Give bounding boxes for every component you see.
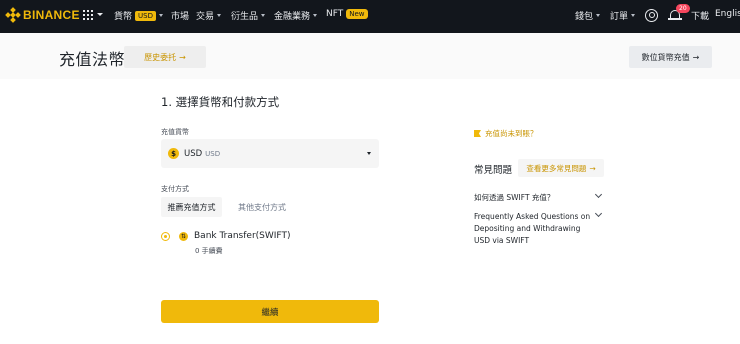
- new-badge: New: [346, 9, 368, 19]
- nav-finance[interactable]: 金融業務: [274, 9, 318, 22]
- nav-language[interactable]: English: [715, 9, 740, 19]
- faq-question-usd[interactable]: Frequently Asked Questions on Depositing…: [474, 211, 592, 247]
- payment-method-label: 支付方式: [161, 185, 189, 193]
- faq-more-button[interactable]: 查看更多常見問題 →: [518, 159, 604, 177]
- arrow-right-icon: →: [179, 52, 186, 62]
- payment-method-name[interactable]: Bank Transfer(SWIFT): [194, 231, 290, 241]
- bank-transfer-icon: ⇅: [179, 232, 188, 241]
- tab-recommended[interactable]: 推薦充值方式: [161, 197, 222, 217]
- chevron-down-icon[interactable]: [594, 209, 603, 218]
- nav-nft[interactable]: NFT New: [326, 9, 368, 19]
- caret-down-icon: [367, 152, 371, 155]
- nav-trade[interactable]: 交易: [196, 9, 222, 22]
- deposit-not-received-link[interactable]: 充值尚未到賬？: [474, 128, 538, 139]
- nav-nft-label: NFT: [326, 9, 344, 19]
- nav-wallet[interactable]: 錢包: [575, 9, 601, 22]
- nav-language-label: English: [715, 9, 740, 19]
- faq-title: 常見問題: [474, 165, 513, 176]
- arrow-right-icon: →: [692, 52, 700, 62]
- nav-markets[interactable]: 市場: [171, 9, 189, 22]
- brand-name: BINANCE: [23, 8, 80, 22]
- crypto-deposit-button-label: 數位貨幣充值: [641, 52, 690, 62]
- nav-currency-label: 貨幣: [114, 12, 133, 22]
- nav-download-label: 下載: [691, 12, 710, 22]
- continue-button[interactable]: 繼續: [161, 300, 379, 323]
- nav-wallet-label: 錢包: [575, 12, 594, 22]
- binance-logo-icon: [5, 7, 21, 23]
- step-title: 1. 選擇貨幣和付款方式: [161, 95, 280, 109]
- currency-code: USD: [184, 148, 203, 159]
- chevron-down-icon: [217, 14, 222, 17]
- nav-currency[interactable]: 貨幣 USD: [114, 9, 163, 22]
- chevron-down-icon: [631, 14, 636, 17]
- chevron-down-icon: [313, 14, 318, 17]
- crypto-deposit-button[interactable]: 數位貨幣充值 →: [629, 46, 712, 68]
- currency-sub: USD: [205, 149, 221, 158]
- chevron-down-icon: [596, 14, 601, 17]
- chevron-down-icon: [97, 13, 103, 16]
- chevron-down-icon[interactable]: [594, 190, 603, 199]
- nav-finance-label: 金融業務: [274, 12, 311, 22]
- payment-method-radio[interactable]: [161, 232, 170, 241]
- currency-select[interactable]: $ USD USD: [161, 139, 379, 168]
- history-button[interactable]: 歷史委托 →: [124, 46, 206, 68]
- faq-more-label: 查看更多常見問題: [526, 163, 587, 173]
- currency-label: 充值貨幣: [161, 128, 189, 136]
- notification-count-badge: 20: [676, 4, 690, 13]
- flag-icon: [474, 130, 481, 137]
- nav-derivatives-label: 衍生品: [231, 12, 259, 22]
- payment-method-fee: 0 手續費: [195, 247, 223, 255]
- user-icon[interactable]: [645, 9, 658, 22]
- nav-trade-label: 交易: [196, 12, 215, 22]
- chevron-down-icon: [158, 14, 163, 17]
- arrow-right-icon: →: [589, 163, 596, 173]
- chevron-down-icon: [261, 14, 266, 17]
- binance-logo[interactable]: BINANCE: [5, 7, 80, 23]
- currency-badge: USD: [135, 10, 156, 21]
- tab-other-methods[interactable]: 其他支付方式: [232, 197, 292, 217]
- deposit-not-received-label: 充值尚未到賬？: [485, 129, 538, 138]
- nav-markets-label: 市場: [171, 12, 190, 22]
- history-button-label: 歷史委托: [144, 52, 177, 62]
- page-title: 充值法幣: [59, 50, 126, 69]
- faq-question-swift[interactable]: 如何透過 SWIFT 充值？: [474, 192, 592, 204]
- apps-grid-icon[interactable]: [83, 10, 93, 20]
- dollar-coin-icon: $: [168, 148, 179, 159]
- nav-orders[interactable]: 訂單: [610, 9, 636, 22]
- top-navbar: BINANCE 貨幣 USD 市場 交易 衍生品 金融業務 NFT New 錢包…: [0, 0, 740, 33]
- nav-orders-label: 訂單: [610, 12, 629, 22]
- nav-download[interactable]: 下載: [691, 9, 709, 22]
- nav-derivatives[interactable]: 衍生品: [231, 9, 266, 22]
